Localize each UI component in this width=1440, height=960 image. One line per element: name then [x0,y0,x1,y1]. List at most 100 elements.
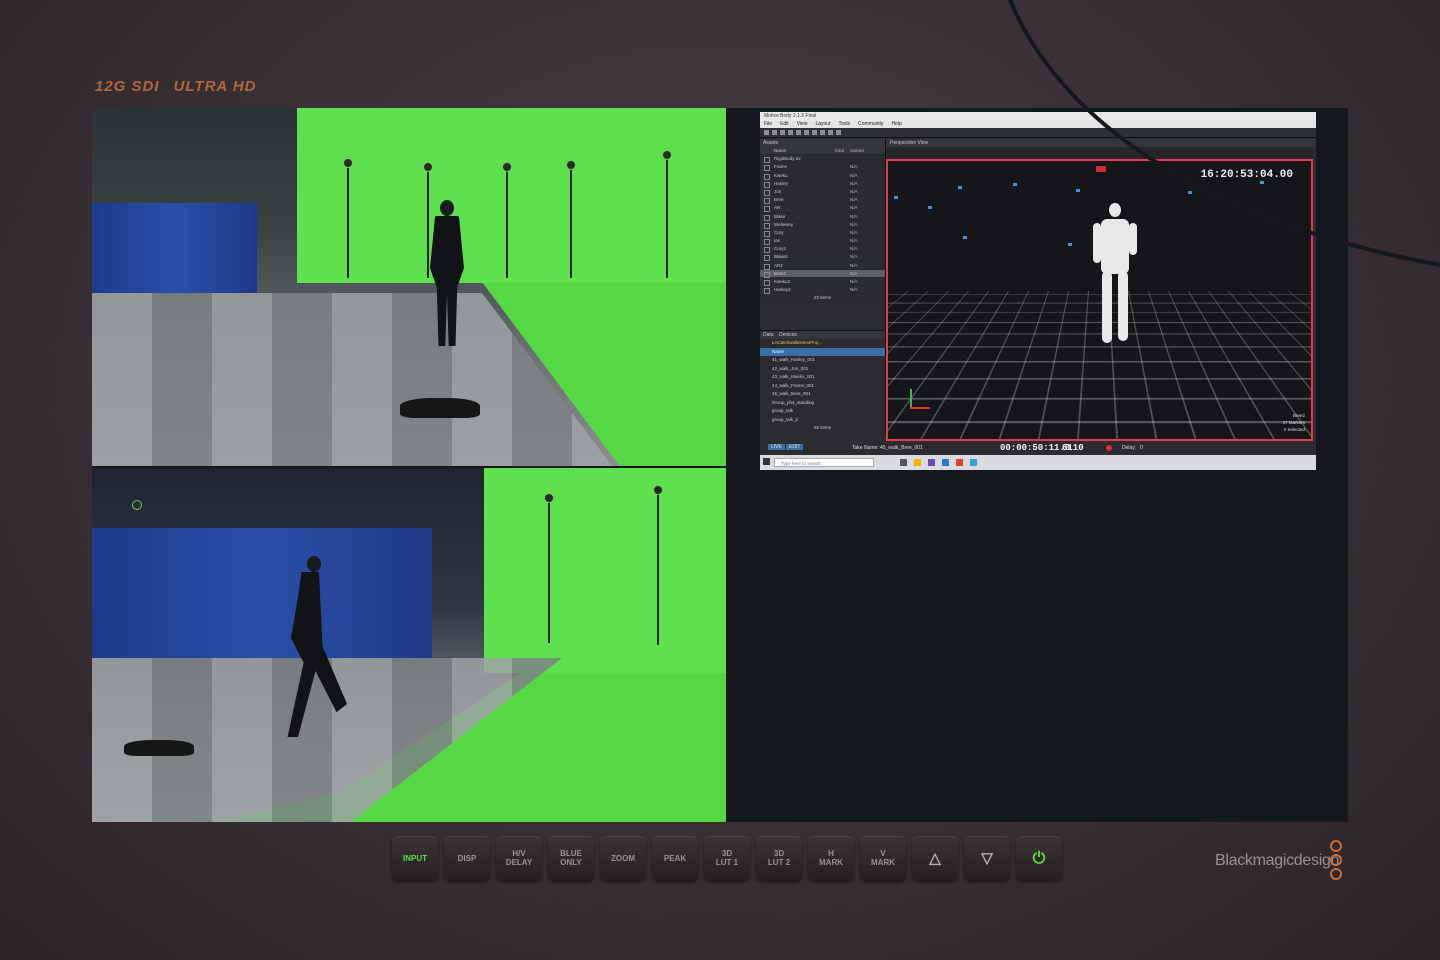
menu-tools[interactable]: Tools [838,121,850,128]
take-item[interactable]: 42_walk_Jon_001 [760,365,885,374]
assets-list: RigidBody 02 Frame N/A Kweku N/A Hanley N/A Jon… [760,155,885,295]
take-item[interactable]: 43_walk_Kweku_001 [760,373,885,382]
asset-row[interactable]: Hanley N/A [760,180,885,188]
record-button[interactable] [1106,445,1112,451]
take-item[interactable]: 44_walk_Frame_001 [760,382,885,391]
edit-mode-button[interactable]: EDIT [786,444,804,450]
edge-icon[interactable] [942,459,949,466]
asset-checkbox[interactable] [764,263,770,270]
asset-row[interactable]: Ian N/A [760,237,885,246]
asset-row[interactable]: Cory N/A [760,229,885,238]
input-button[interactable]: INPUT [392,836,438,880]
toolbar-button[interactable] [772,130,777,135]
asset-checkbox[interactable] [764,280,770,286]
asset-row[interactable]: Blake N/A [760,213,885,221]
asset-checkbox[interactable] [764,189,770,196]
project-name[interactable]: LACatchwalkDemoProj... [760,339,885,348]
zoom-button[interactable]: ZOOM [600,836,646,880]
asset-checkbox[interactable] [764,288,770,295]
take-name-field[interactable]: 45_walk_Bree_001 [880,445,923,451]
camera-tripod [666,156,668,278]
toolbar-button[interactable] [836,130,841,135]
asset-row[interactable]: Jon N/A [760,188,885,197]
down-arrow-button[interactable]: ▽ [964,836,1010,880]
toolbar-button[interactable] [812,130,817,135]
toolbar-button[interactable] [780,130,785,135]
asset-checkbox[interactable] [764,239,770,246]
column-name[interactable]: Name [774,148,786,153]
asset-checkbox[interactable] [764,165,770,172]
asset-checkbox[interactable] [764,230,770,237]
file-explorer-icon[interactable] [914,459,921,466]
take-item[interactable]: 45_walk_Bree_001 [760,390,885,399]
h-mark-button[interactable]: H MARK [808,836,854,880]
delay-value[interactable]: 0 [1140,445,1143,451]
asset-row[interactable]: AR N/A [760,204,885,213]
asset-row[interactable]: Bree2 N/A [760,269,885,278]
tab-data[interactable]: Data [763,332,774,338]
asset-checkbox[interactable] [764,222,770,229]
toolbar-button[interactable] [796,130,801,135]
take-item[interactable]: 41_walk_Hanley_001 [760,356,885,365]
asset-name: RigidBody 02 [774,156,801,162]
h-v-delay-button[interactable]: H/V DELAY [496,836,542,880]
asset-checkbox[interactable] [764,271,770,278]
v-mark-button[interactable]: V MARK [860,836,906,880]
peak-button[interactable]: PEAK [652,836,698,880]
toolbar-button[interactable] [788,130,793,135]
asset-name: Frame [774,164,788,170]
toolbar-button[interactable] [820,130,825,135]
asset-row[interactable]: AR2 N/A [760,262,885,270]
asset-name: Cory [774,229,784,235]
menu-file[interactable]: File [764,121,772,128]
asset-status: N/A [850,172,858,178]
3d-lut-1-button[interactable]: 3D LUT 1 [704,836,750,880]
taskbar-search-input[interactable]: Type here to search [774,458,874,467]
windows-start-icon[interactable] [763,458,770,465]
asset-checkbox[interactable] [764,214,770,221]
take-item[interactable]: Group_ph4_standing [760,399,885,408]
take-item[interactable]: group_talk_2 [760,416,885,425]
menu-layout[interactable]: Layout [815,121,830,128]
menu-community[interactable]: Community [858,121,883,128]
asset-row[interactable]: Bree N/A [760,196,885,205]
blue-only-button[interactable]: BLUE ONLY [548,836,594,880]
asset-row[interactable]: Kweku2 N/A [760,278,885,287]
asset-checkbox[interactable] [764,247,770,254]
column-solved[interactable]: Solved [850,147,864,154]
menu-view[interactable]: View [797,121,808,128]
tab-devices[interactable]: Devices [779,332,797,338]
asset-row[interactable]: Wellesley N/A [760,221,885,229]
take-item[interactable]: group_talk [760,407,885,416]
asset-row[interactable]: Frame N/A [760,163,885,172]
toolbar-button[interactable] [764,130,769,135]
column-kind[interactable]: Kind [835,147,844,154]
visual-studio-icon[interactable] [928,459,935,466]
asset-row[interactable]: RigidBody 02 [760,155,885,164]
asset-row[interactable]: Kweku N/A [760,172,885,180]
asset-checkbox[interactable] [764,181,770,188]
takes-header[interactable]: Name [760,347,885,356]
3d-lut-2-button[interactable]: 3D LUT 2 [756,836,802,880]
up-arrow-button[interactable]: △ [912,836,958,880]
asset-row[interactable]: Hanley2 N/A [760,286,885,295]
asset-checkbox[interactable] [764,255,770,262]
toolbar-button[interactable] [828,130,833,135]
axis-y-icon [910,389,912,409]
power-button[interactable]: ⏻ [1016,836,1062,880]
asset-checkbox[interactable] [764,157,770,164]
disp-button[interactable]: DISP [444,836,490,880]
toolbar-button[interactable] [804,130,809,135]
menu-help[interactable]: Help [891,121,901,128]
taskview-icon[interactable] [900,459,907,466]
asset-checkbox[interactable] [764,206,770,213]
asset-row[interactable]: Blake2 N/A [760,253,885,262]
asset-row[interactable]: Cory2 N/A [760,245,885,254]
live-mode-button[interactable]: LIVE [768,444,785,450]
perspective-viewport[interactable]: 16:20:53:04.00 Bree2 37 Markers 0 Select… [886,159,1313,441]
asset-checkbox[interactable] [764,173,770,180]
chrome-icon[interactable] [956,459,963,466]
menu-edit[interactable]: Edit [780,121,789,128]
app-icon[interactable] [970,459,977,466]
asset-checkbox[interactable] [764,198,770,205]
